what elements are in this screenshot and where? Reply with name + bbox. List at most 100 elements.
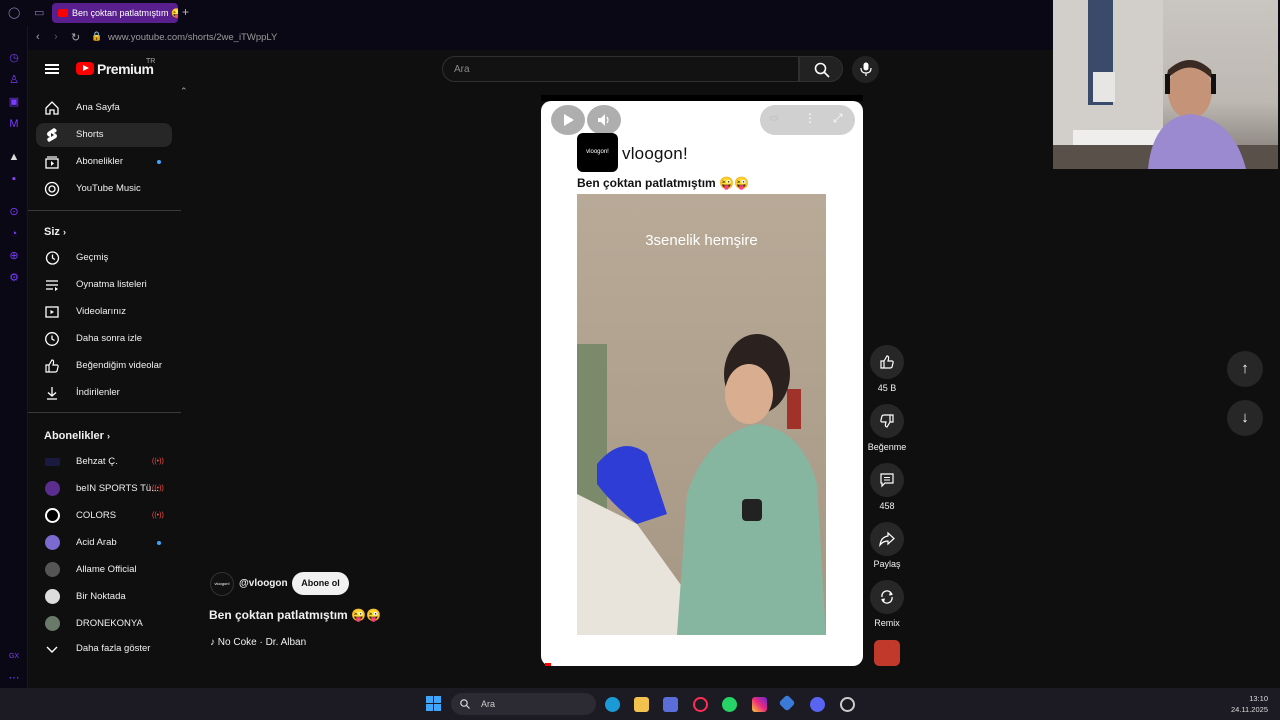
nav-shorts[interactable]: Shorts — [36, 123, 172, 147]
your-videos-icon — [45, 306, 59, 318]
next-short-button[interactable]: ↓ — [1227, 400, 1263, 436]
subs-heading[interactable]: Abonelikler › — [44, 430, 110, 442]
fullscreen-icon[interactable]: ⤢ — [833, 111, 843, 126]
new-content-dot — [157, 160, 161, 164]
more-icon[interactable]: ⋯ — [7, 671, 21, 685]
previous-short-button[interactable]: ↑ — [1227, 351, 1263, 387]
gx-cleaner-icon[interactable]: ♙ — [7, 73, 21, 87]
sound-thumbnail[interactable] — [874, 640, 900, 666]
file-explorer-icon[interactable] — [634, 697, 649, 712]
collapse-icon[interactable]: ⌃ — [180, 86, 188, 97]
nav-downloads[interactable]: İndirilenler — [36, 381, 172, 405]
steam-icon[interactable] — [840, 697, 855, 712]
mic-icon — [860, 62, 872, 76]
show-more-button[interactable]: Daha fazla göster — [36, 637, 172, 661]
player-icon[interactable]: ⊙ — [7, 205, 21, 219]
nav-downloads-label: İndirilenler — [76, 387, 120, 398]
channel-avatar — [45, 481, 60, 496]
search-icon — [814, 62, 830, 78]
gx-control-icon[interactable]: ◷ — [7, 51, 21, 65]
channel-avatar — [45, 616, 60, 631]
channel-name[interactable]: @vloogon — [239, 578, 288, 589]
messenger-icon[interactable]: M — [7, 117, 21, 131]
discord-icon[interactable] — [810, 697, 825, 712]
dislike-button[interactable] — [870, 404, 904, 438]
system-clock[interactable]: 13:10 24.11.2025 — [1226, 693, 1268, 715]
nav-watch-later[interactable]: Daha sonra izle — [36, 327, 172, 351]
search-input[interactable]: Ara — [442, 56, 799, 82]
overlay-text: 3senelik hemşire — [645, 232, 758, 249]
store-icon[interactable] — [663, 697, 678, 712]
channel-avatar — [45, 589, 60, 604]
like-button[interactable] — [870, 345, 904, 379]
nav-your-videos[interactable]: Videolarınız — [36, 300, 172, 324]
opera-gx-icon[interactable] — [693, 697, 708, 712]
new-tab-button[interactable]: + — [182, 5, 189, 19]
nav-liked-videos[interactable]: Beğendiğim videolar — [36, 354, 172, 378]
playlist-icon — [46, 280, 58, 291]
captions-icon[interactable]: ▭ — [769, 113, 778, 124]
voice-search-button[interactable] — [852, 56, 879, 83]
url-field[interactable]: www.youtube.com/shorts/2we_iTWppLY — [108, 32, 277, 43]
dislike-icon — [880, 414, 894, 428]
sub-channel[interactable]: Behzat Ç. ((•)) — [36, 450, 172, 474]
share-button[interactable] — [870, 522, 904, 556]
nav-liked-videos-label: Beğendiğim videolar — [76, 360, 163, 371]
player-controls: ▭ ⋮ ⤢ — [760, 105, 855, 135]
edge-icon[interactable] — [605, 697, 620, 712]
channel-avatar[interactable]: vloogon! — [210, 572, 234, 596]
you-heading[interactable]: Siz › — [44, 226, 66, 238]
comments-button[interactable] — [870, 463, 904, 497]
music-link[interactable]: ♪ No Coke · Dr. Alban — [210, 637, 306, 648]
tab-manager-icon[interactable]: ▭ — [34, 6, 44, 19]
reload-icon[interactable]: ↻ — [71, 31, 80, 44]
gx-corner-icon[interactable]: ▣ — [7, 95, 21, 109]
app-icon[interactable] — [778, 694, 796, 712]
forward-icon[interactable]: › — [54, 31, 58, 43]
show-more-label: Daha fazla göster — [76, 643, 151, 654]
sub-channel-label: COLORS — [76, 510, 117, 521]
volume-button[interactable] — [587, 105, 621, 135]
opera-logo-icon[interactable]: ◯ — [8, 6, 20, 19]
gx-pin-icon[interactable]: ▲ — [7, 150, 21, 164]
chevron-right-icon: › — [62, 227, 66, 237]
twitch-icon[interactable]: ▪ — [7, 172, 21, 186]
download-icon — [47, 387, 57, 400]
instagram-icon[interactable] — [752, 697, 767, 712]
back-icon[interactable]: ‹ — [36, 31, 40, 43]
more-options-icon[interactable]: ⋮ — [804, 111, 816, 125]
extensions-icon[interactable]: ⊕ — [7, 249, 21, 263]
watch-later-icon — [45, 332, 59, 346]
logo-text[interactable]: Premium — [97, 61, 154, 77]
nav-playlists[interactable]: Oynatma listeleri — [36, 273, 172, 297]
youtube-logo-icon[interactable] — [76, 62, 94, 75]
sub-channel[interactable]: DRONEKONYA — [36, 612, 172, 636]
menu-icon[interactable] — [45, 64, 59, 74]
sub-channel[interactable]: COLORS ((•)) — [36, 504, 172, 528]
sub-channel[interactable]: Bir Noktada — [36, 585, 172, 609]
video-progress-bar[interactable] — [545, 663, 552, 666]
sub-channel[interactable]: beIN SPORTS Tü... ((•)) — [36, 477, 172, 501]
subscribe-button[interactable]: Abone ol — [292, 572, 349, 595]
play-button[interactable] — [551, 105, 585, 135]
nav-youtube-music[interactable]: YouTube Music — [36, 177, 172, 201]
sub-channel[interactable]: Allame Official — [36, 558, 172, 582]
share-icon — [879, 531, 895, 547]
whatsapp-icon[interactable] — [722, 697, 737, 712]
sub-channel[interactable]: Acid Arab — [36, 531, 172, 555]
taskbar-search[interactable]: Ara — [451, 693, 596, 715]
nav-subscriptions[interactable]: Abonelikler — [36, 150, 172, 174]
settings-icon[interactable]: ⚙ — [7, 271, 21, 285]
nav-history[interactable]: Geçmiş — [36, 246, 172, 270]
history-icon — [45, 251, 60, 265]
nav-watch-later-label: Daha sonra izle — [76, 333, 143, 344]
windows-start-icon[interactable] — [426, 696, 442, 712]
nav-home[interactable]: Ana Sayfa — [36, 96, 172, 120]
remix-button[interactable] — [870, 580, 904, 614]
chevron-right-icon: › — [106, 431, 110, 441]
history-side-icon[interactable]: ◔ — [7, 227, 21, 241]
search-button[interactable] — [799, 56, 843, 82]
left-nav: ⌃ Ana Sayfa Shorts Abonelikler YouTube M… — [28, 86, 188, 688]
browser-tab[interactable]: Ben çoktan patlatmıştım 😜 — [52, 3, 178, 23]
chevron-down-icon — [46, 646, 58, 653]
